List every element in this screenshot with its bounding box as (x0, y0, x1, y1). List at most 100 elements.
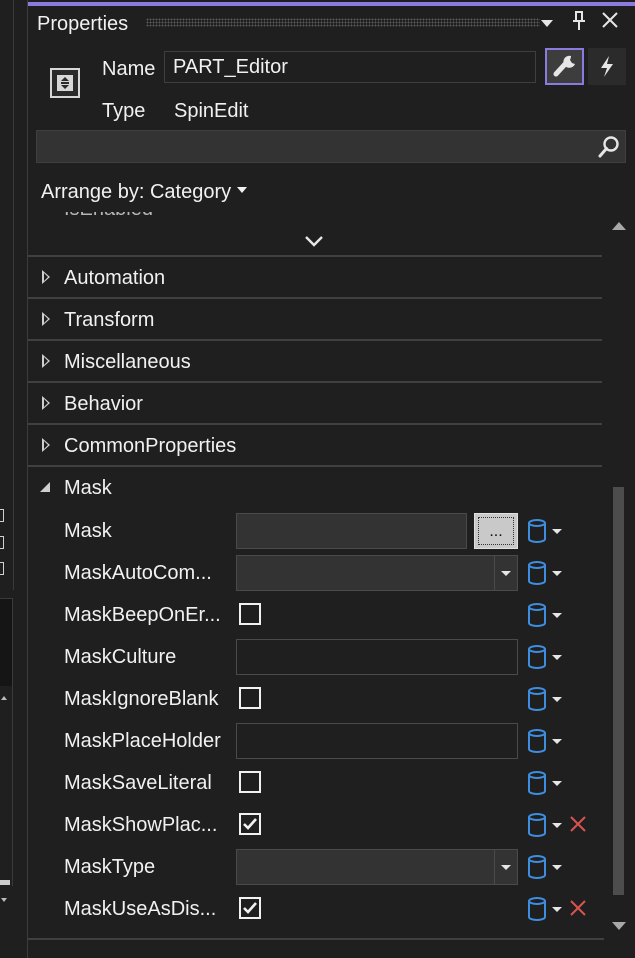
maskplaceholder-input[interactable] (236, 723, 518, 759)
caret-down-icon[interactable] (552, 697, 562, 702)
partially-scrolled-row: IsEnabled (64, 212, 153, 221)
caret-down-icon[interactable] (552, 907, 562, 912)
panel-titlebar[interactable]: Properties (28, 6, 635, 40)
category-mask[interactable]: Mask (28, 465, 602, 507)
events-view-button[interactable] (588, 48, 626, 85)
maskignoreblank-checkbox[interactable] (239, 687, 261, 709)
scroll-down-icon[interactable] (612, 922, 626, 930)
pin-icon (573, 11, 585, 30)
ellipsis-label: ... (478, 517, 514, 545)
collapse-arrow-icon[interactable] (40, 482, 50, 492)
database-icon[interactable] (526, 518, 548, 544)
close-button[interactable] (599, 11, 621, 33)
adjacent-panel-area (0, 598, 13, 686)
properties-panel: Properties Name PART_Editor Type SpinEdi… (27, 0, 635, 958)
caret-down-icon[interactable] (552, 865, 562, 870)
property-row-maskignoreblank: MaskIgnoreBlank (28, 678, 602, 720)
adjacent-panel-area (0, 686, 13, 886)
property-name: MaskAutoCom... (64, 562, 212, 584)
maskculture-input[interactable] (236, 639, 518, 675)
caret-down-icon[interactable] (552, 823, 562, 828)
lightning-icon (601, 56, 613, 77)
caret-down-icon[interactable] (552, 655, 562, 660)
scroll-thumb[interactable] (613, 487, 624, 895)
expand-arrow-icon[interactable] (42, 312, 50, 326)
category-automation[interactable]: Automation (28, 255, 602, 297)
category-transform[interactable]: Transform (28, 297, 602, 339)
control-type-icon (50, 68, 80, 98)
property-name: MaskIgnoreBlank (64, 688, 219, 710)
checkmark-icon (243, 818, 257, 830)
caret-down-icon[interactable] (501, 571, 511, 576)
property-row-maskculture: MaskCulture (28, 636, 602, 678)
mask-input[interactable] (236, 513, 467, 549)
database-icon[interactable] (526, 644, 548, 670)
masktype-combo[interactable] (236, 849, 518, 885)
database-icon[interactable] (526, 560, 548, 586)
search-icon[interactable] (597, 135, 621, 159)
clear-value-icon[interactable] (568, 814, 588, 834)
maskuseasdisplayformat-checkbox[interactable] (239, 897, 261, 919)
clear-value-icon[interactable] (568, 898, 588, 918)
database-icon[interactable] (526, 602, 548, 628)
wrench-icon (553, 55, 575, 77)
checkmark-icon (243, 902, 257, 914)
property-name: MaskPlaceHolder (64, 730, 221, 752)
collapse-section-button[interactable] (304, 234, 324, 248)
adjacent-scroll-up-icon (1, 696, 7, 700)
category-label: Miscellaneous (64, 351, 191, 373)
category-commonproperties[interactable]: CommonProperties (28, 423, 602, 465)
database-icon[interactable] (526, 728, 548, 754)
type-value: SpinEdit (174, 100, 249, 122)
scroll-up-icon[interactable] (612, 222, 626, 230)
pin-button[interactable] (568, 11, 590, 33)
properties-view-button[interactable] (545, 48, 584, 85)
adjacent-checkbox-fragment (0, 536, 4, 549)
chevron-down-icon (305, 236, 323, 247)
mask-editor-button[interactable]: ... (474, 513, 518, 549)
masksaveliteral-checkbox[interactable] (239, 771, 261, 793)
panel-title: Properties (37, 13, 129, 35)
database-icon[interactable] (526, 854, 548, 880)
property-row-maskautocomplete: MaskAutoCom... (28, 552, 602, 594)
caret-down-icon[interactable] (552, 571, 562, 576)
maskbeeponerror-checkbox[interactable] (239, 603, 261, 625)
caret-down-icon[interactable] (552, 613, 562, 618)
adjacent-scroll-down-icon (1, 898, 7, 902)
expand-arrow-icon[interactable] (42, 270, 50, 284)
adjacent-scroll-thumb (0, 880, 10, 885)
property-name: MaskBeepOnEr... (64, 604, 221, 626)
search-box[interactable] (36, 130, 626, 163)
property-name: MaskUseAsDis... (64, 898, 217, 920)
drag-grip[interactable] (146, 18, 540, 27)
arrange-by-dropdown[interactable]: Arrange by: Category (41, 181, 248, 204)
property-name: MaskCulture (64, 646, 177, 668)
property-row-maskplaceholder: MaskPlaceHolder (28, 720, 602, 762)
property-row-mask: Mask ... (28, 510, 602, 552)
expand-arrow-icon[interactable] (42, 396, 50, 410)
database-icon[interactable] (526, 686, 548, 712)
caret-down-icon[interactable] (501, 865, 511, 870)
caret-down-icon[interactable] (552, 739, 562, 744)
expand-arrow-icon[interactable] (42, 354, 50, 368)
property-name: MaskSaveLiteral (64, 772, 212, 794)
category-miscellaneous[interactable]: Miscellaneous (28, 339, 602, 381)
property-name: Mask (64, 520, 112, 542)
database-icon[interactable] (526, 770, 548, 796)
name-field[interactable]: PART_Editor (164, 51, 536, 83)
database-icon[interactable] (526, 812, 548, 838)
chevron-down-icon (541, 20, 553, 27)
category-behavior[interactable]: Behavior (28, 381, 602, 423)
database-icon[interactable] (526, 896, 548, 922)
caret-down-icon[interactable] (552, 781, 562, 786)
name-label: Name (102, 58, 156, 80)
dropdown-button[interactable] (536, 11, 558, 33)
adjacent-panel-edge (0, 0, 27, 958)
vertical-scrollbar[interactable] (604, 212, 635, 942)
expand-arrow-icon[interactable] (42, 438, 50, 452)
maskshowplaceholders-checkbox[interactable] (239, 813, 261, 835)
maskautocomplete-combo[interactable] (236, 555, 518, 591)
grid-bottom-divider (28, 938, 604, 940)
caret-down-icon[interactable] (552, 529, 562, 534)
property-row-masksaveliteral: MaskSaveLiteral (28, 762, 602, 804)
